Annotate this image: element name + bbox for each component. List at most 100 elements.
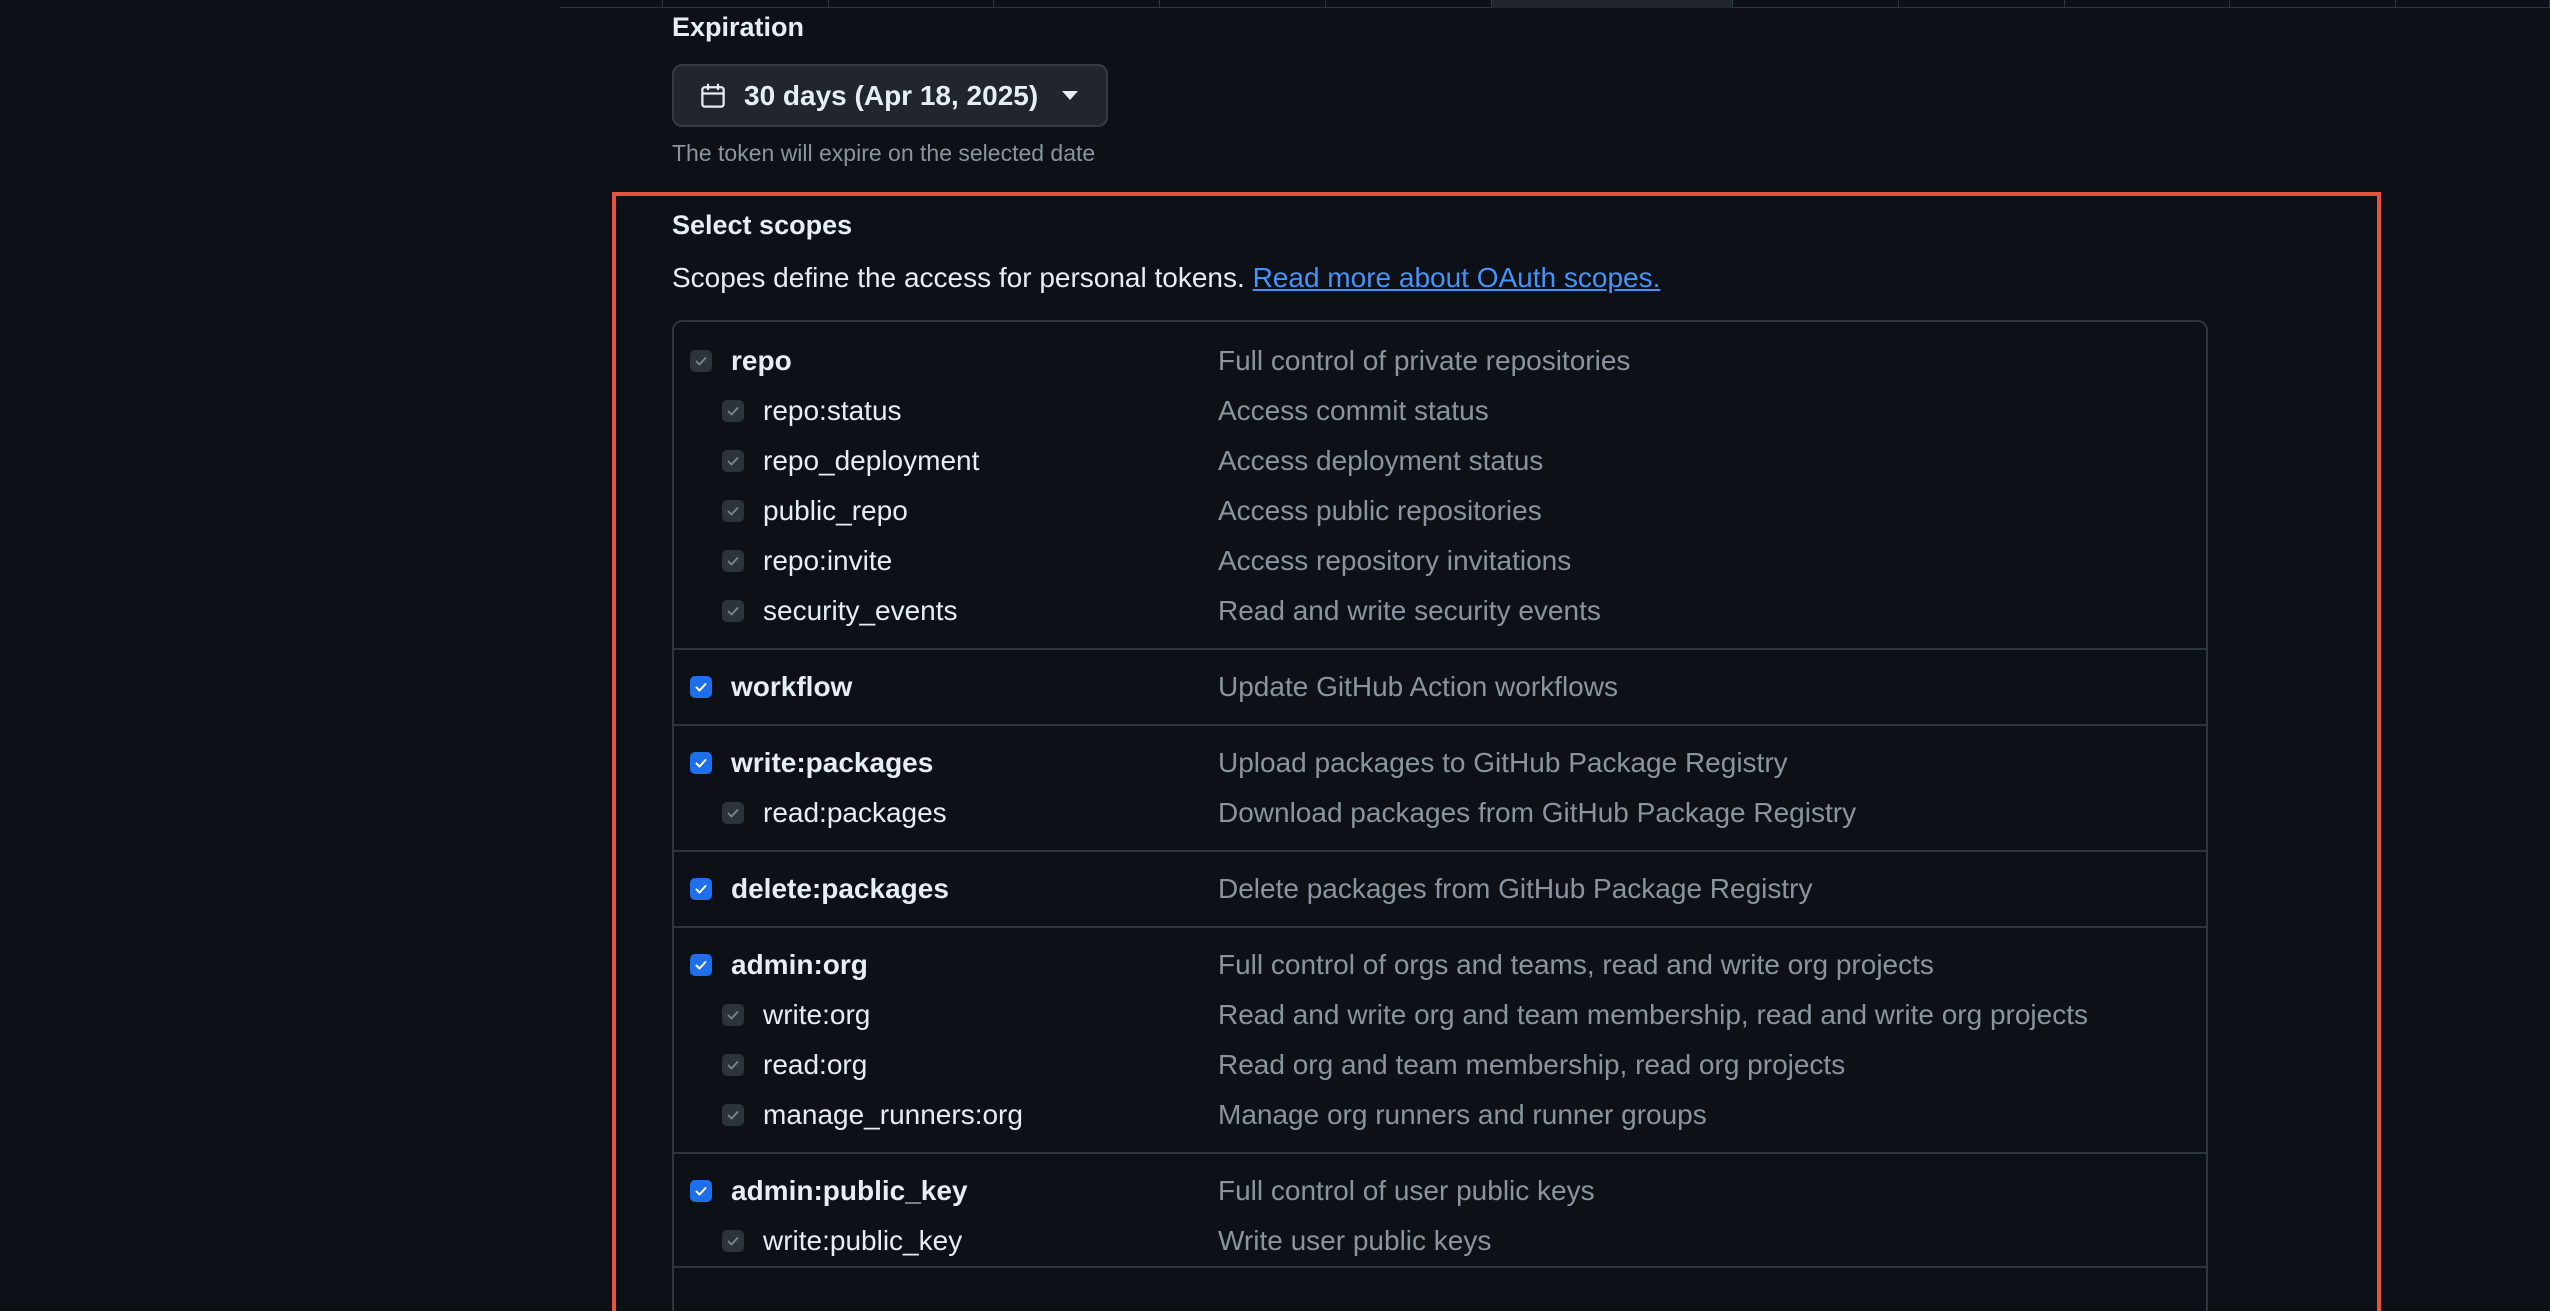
scope-group-write-packages: write:packages Upload packages to GitHub… <box>674 726 2206 852</box>
scope-group-workflow: workflow Update GitHub Action workflows <box>674 650 2206 726</box>
expiration-hint: The token will expire on the selected da… <box>672 140 1096 166</box>
scope-name: manage_runners:org <box>763 1099 1023 1130</box>
scope-checkbox-write-public-key[interactable] <box>722 1230 744 1252</box>
scope-row: delete:packages Delete packages from Git… <box>674 864 2206 914</box>
scope-description: Manage org runners and runner groups <box>1218 1099 1707 1130</box>
tab-strip-segment[interactable] <box>2396 0 2550 8</box>
scope-name: repo <box>731 345 792 376</box>
scope-group-delete-packages: delete:packages Delete packages from Git… <box>674 852 2206 928</box>
scope-row: repo:status Access commit status <box>674 386 2206 436</box>
scope-group-admin-public-key: admin:public_key Full control of user pu… <box>674 1154 2206 1268</box>
checkmark-icon <box>695 683 707 692</box>
scope-description: Full control of user public keys <box>1218 1175 1595 1206</box>
checkmark-icon <box>727 1061 739 1070</box>
scope-description: Update GitHub Action workflows <box>1218 671 1618 702</box>
scope-checkbox-write-org[interactable] <box>722 1004 744 1026</box>
scope-description: Access deployment status <box>1218 445 1544 476</box>
expiration-select-button[interactable]: 30 days (Apr 18, 2025) <box>672 64 1108 127</box>
checkmark-icon <box>727 507 739 516</box>
scopes-description-text: Scopes define the access for personal to… <box>672 262 1245 293</box>
tab-strip-segment-active[interactable] <box>1491 0 1734 8</box>
expiration-title: Expiration <box>672 12 805 42</box>
calendar-icon <box>698 81 728 111</box>
scope-row: workflow Update GitHub Action workflows <box>674 662 2206 712</box>
scope-group-admin-org: admin:org Full control of orgs and teams… <box>674 928 2206 1154</box>
tab-strip-segment[interactable] <box>1160 0 1326 8</box>
scope-name: workflow <box>731 671 853 702</box>
scope-row: read:org Read org and team membership, r… <box>674 1040 2206 1090</box>
token-settings-page: Expiration 30 days (Apr 18, 2025) The to… <box>0 0 2550 1311</box>
scope-row: repo_deployment Access deployment status <box>674 436 2206 486</box>
scope-checkbox-workflow[interactable] <box>690 676 712 698</box>
scope-row: write:org Read and write org and team me… <box>674 990 2206 1040</box>
scope-row: repo Full control of private repositorie… <box>674 336 2206 386</box>
tab-strip-segment[interactable] <box>2230 0 2397 8</box>
scope-description: Write user public keys <box>1218 1225 1492 1256</box>
scope-description: Read org and team membership, read org p… <box>1218 1049 1846 1080</box>
checkmark-icon <box>695 759 707 768</box>
scope-row: read:packages Download packages from Git… <box>674 788 2206 838</box>
scope-checkbox-read-org[interactable] <box>722 1054 744 1076</box>
left-sidebar-area <box>0 0 560 1311</box>
checkmark-icon <box>695 357 707 366</box>
scope-checkbox-security-events[interactable] <box>722 600 744 622</box>
tab-strip-segment[interactable] <box>994 0 1161 8</box>
scope-description: Full control of private repositories <box>1218 345 1631 376</box>
checkmark-icon <box>727 1111 739 1120</box>
scope-description: Read and write org and team membership, … <box>1218 999 2088 1030</box>
scope-checkbox-delete-packages[interactable] <box>690 878 712 900</box>
scope-checkbox-read-packages[interactable] <box>722 802 744 824</box>
scope-name: repo:status <box>763 395 902 426</box>
scope-row: write:public_key Write user public keys <box>674 1216 2206 1266</box>
scope-checkbox-repo-invite[interactable] <box>722 550 744 572</box>
scope-group-repo: repo Full control of private repositorie… <box>674 322 2206 650</box>
scope-checkbox-admin-org[interactable] <box>690 954 712 976</box>
scope-row: repo:invite Access repository invitation… <box>674 536 2206 586</box>
checkmark-icon <box>727 809 739 818</box>
tab-strip-segment[interactable] <box>663 0 829 8</box>
tab-strip-segment[interactable] <box>829 0 995 8</box>
tab-strip-segment[interactable] <box>2065 0 2231 8</box>
scope-checkbox-admin-public-key[interactable] <box>690 1180 712 1202</box>
scope-row: security_events Read and write security … <box>674 586 2206 636</box>
scope-description: Upload packages to GitHub Package Regist… <box>1218 747 1788 778</box>
tab-strip-segment[interactable] <box>1326 0 1492 8</box>
tab-strip-segment[interactable] <box>1899 0 2065 8</box>
checkmark-icon <box>727 557 739 566</box>
scope-description: Read and write security events <box>1218 595 1601 626</box>
scope-name: security_events <box>763 595 958 626</box>
scope-checkbox-repo[interactable] <box>690 350 712 372</box>
checkmark-icon <box>727 457 739 466</box>
scope-description: Access public repositories <box>1218 495 1542 526</box>
checkmark-icon <box>727 607 739 616</box>
scope-description: Access repository invitations <box>1218 545 1572 576</box>
scope-checkbox-manage-runners-org[interactable] <box>722 1104 744 1126</box>
scopes-description: Scopes define the access for personal to… <box>672 262 1660 294</box>
checkmark-icon <box>695 961 707 970</box>
scopes-title: Select scopes <box>672 210 853 240</box>
checkmark-icon <box>727 1237 739 1246</box>
scope-row: write:packages Upload packages to GitHub… <box>674 738 2206 788</box>
scope-name: write:public_key <box>763 1225 963 1256</box>
scope-name: write:org <box>763 999 871 1030</box>
scope-checkbox-public-repo[interactable] <box>722 500 744 522</box>
scope-checkbox-repo-deployment[interactable] <box>722 450 744 472</box>
checkmark-icon <box>727 407 739 416</box>
scope-name: repo:invite <box>763 545 893 576</box>
scope-name: write:packages <box>731 747 934 778</box>
tab-strip-segment[interactable] <box>1733 0 1899 8</box>
scope-description: Full control of orgs and teams, read and… <box>1218 949 1934 980</box>
scope-checkbox-write-packages[interactable] <box>690 752 712 774</box>
scope-row: admin:public_key Full control of user pu… <box>674 1166 2206 1216</box>
scope-description: Access commit status <box>1218 395 1489 426</box>
oauth-scopes-link[interactable]: Read more about OAuth scopes. <box>1253 262 1661 293</box>
scope-name: admin:org <box>731 949 868 980</box>
scope-row: manage_runners:org Manage org runners an… <box>674 1090 2206 1140</box>
scope-description: Download packages from GitHub Package Re… <box>1218 797 1857 828</box>
scope-checkbox-repo-status[interactable] <box>722 400 744 422</box>
checkmark-icon <box>727 1011 739 1020</box>
scope-name: repo_deployment <box>763 445 980 476</box>
scope-description: Delete packages from GitHub Package Regi… <box>1218 873 1813 904</box>
checkmark-icon <box>695 885 707 894</box>
checkmark-icon <box>695 1187 707 1196</box>
